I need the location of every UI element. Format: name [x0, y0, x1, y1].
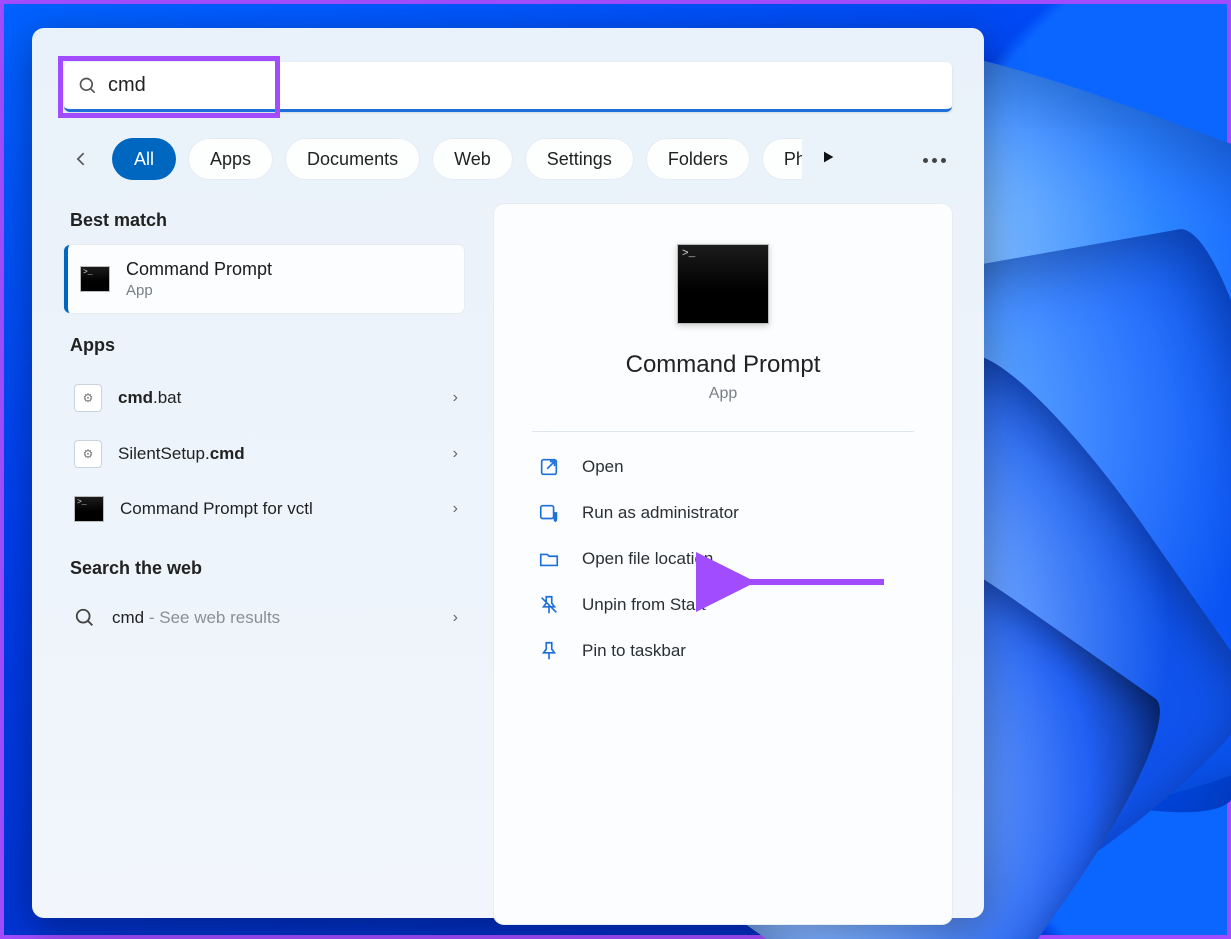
filter-folders[interactable]: Folders: [646, 138, 750, 180]
app-result-silentsetup[interactable]: ⚙ SilentSetup.cmd ›: [64, 426, 464, 482]
app-result-label: cmd.bat: [118, 388, 181, 408]
results-column: Best match Command Prompt App Apps ⚙ cmd…: [64, 204, 464, 924]
play-icon: [820, 149, 836, 165]
action-run-as-administrator[interactable]: Run as administrator: [532, 490, 914, 536]
command-prompt-icon: [677, 244, 769, 324]
chevron-right-icon: ›: [453, 445, 458, 463]
app-result-cmd-bat[interactable]: ⚙ cmd.bat ›: [64, 370, 464, 426]
pin-icon: [538, 640, 560, 662]
action-label: Pin to taskbar: [582, 641, 686, 661]
action-open[interactable]: Open: [532, 444, 914, 490]
action-open-file-location[interactable]: Open file location: [532, 536, 914, 582]
start-search-window: All Apps Documents Web Settings Folders …: [32, 28, 984, 918]
unpin-icon: [538, 594, 560, 616]
command-prompt-icon: [74, 496, 104, 522]
search-input[interactable]: [108, 74, 952, 97]
best-match-subtitle: App: [126, 282, 272, 299]
filter-settings[interactable]: Settings: [525, 138, 634, 180]
filter-web[interactable]: Web: [432, 138, 513, 180]
chevron-right-icon: ›: [453, 609, 458, 627]
preview-title: Command Prompt: [532, 351, 914, 379]
filter-photos[interactable]: Photos: [762, 138, 802, 180]
app-result-vctl[interactable]: Command Prompt for vctl ›: [64, 482, 464, 536]
search-bar[interactable]: [64, 62, 952, 112]
filter-all[interactable]: All: [112, 138, 176, 180]
section-apps: Apps: [70, 335, 464, 356]
filter-apps[interactable]: Apps: [188, 138, 273, 180]
web-result-label: cmd - See web results: [112, 608, 280, 628]
divider: [532, 431, 914, 432]
filter-documents[interactable]: Documents: [285, 138, 420, 180]
action-unpin-from-start[interactable]: Unpin from Start: [532, 582, 914, 628]
command-prompt-icon: [80, 266, 110, 292]
web-result-cmd[interactable]: cmd - See web results ›: [64, 593, 464, 643]
arrow-left-icon: [72, 149, 92, 169]
preview-panel: Command Prompt App Open Run as administr…: [494, 204, 952, 924]
filter-row: All Apps Documents Web Settings Folders …: [64, 138, 952, 180]
open-icon: [538, 456, 560, 478]
preview-subtitle: App: [532, 385, 914, 403]
search-icon: [74, 607, 96, 629]
action-pin-to-taskbar[interactable]: Pin to taskbar: [532, 628, 914, 674]
shield-admin-icon: [538, 502, 560, 524]
app-result-label: Command Prompt for vctl: [120, 499, 313, 519]
batch-file-icon: ⚙: [74, 440, 102, 468]
best-match-item[interactable]: Command Prompt App: [64, 245, 464, 313]
folder-icon: [538, 548, 560, 570]
batch-file-icon: ⚙: [74, 384, 102, 412]
action-label: Open file location: [582, 549, 713, 569]
action-label: Run as administrator: [582, 503, 739, 523]
more-options[interactable]: [921, 150, 952, 168]
section-search-web: Search the web: [70, 558, 464, 579]
back-button[interactable]: [64, 141, 100, 177]
app-result-label: SilentSetup.cmd: [118, 444, 245, 464]
best-match-title: Command Prompt: [126, 259, 272, 280]
action-label: Open: [582, 457, 624, 477]
chevron-right-icon: ›: [453, 500, 458, 518]
scroll-filters-right[interactable]: [820, 149, 836, 170]
chevron-right-icon: ›: [453, 389, 458, 407]
action-label: Unpin from Start: [582, 595, 706, 615]
search-icon: [78, 76, 98, 96]
section-best-match: Best match: [70, 210, 464, 231]
